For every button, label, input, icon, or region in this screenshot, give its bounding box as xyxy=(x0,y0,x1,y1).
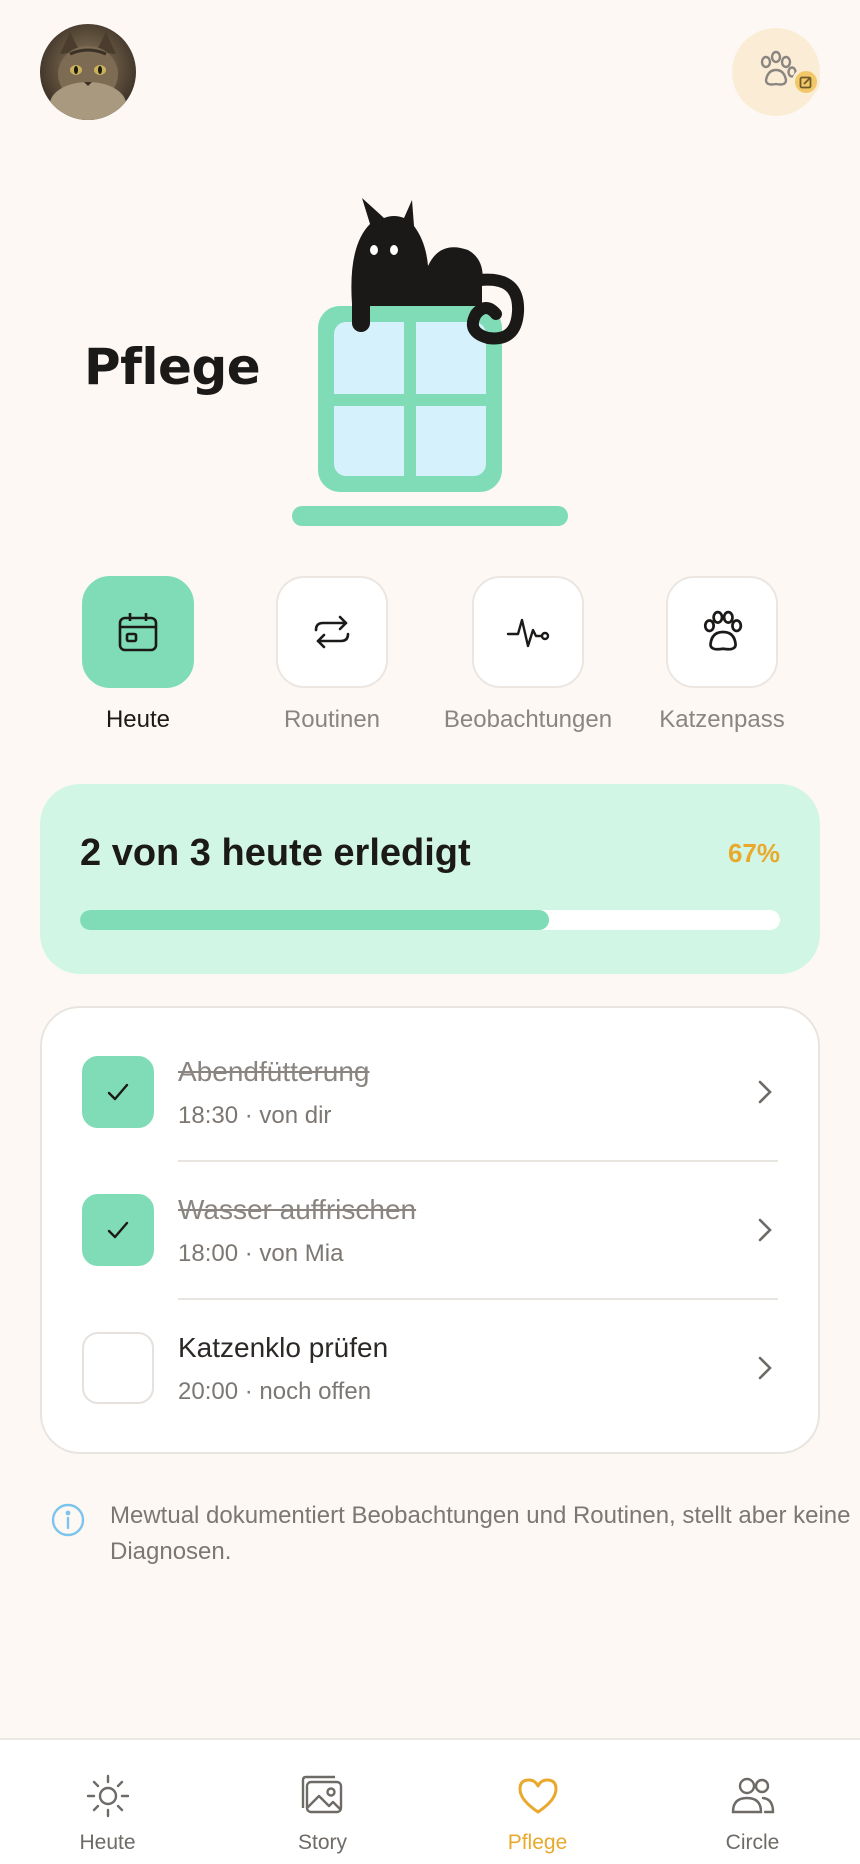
task-subtitle: 18:00 · von Mia xyxy=(178,1240,344,1267)
progress-fill xyxy=(80,910,549,930)
nav-label: Heute xyxy=(79,1831,136,1854)
info-icon xyxy=(51,1503,85,1537)
info-text: Mewtual dokumentiert Beobachtungen und R… xyxy=(110,1502,851,1565)
task-title: Abendfütterung xyxy=(178,1056,370,1087)
task-subtitle: 20:00 · noch offen xyxy=(178,1378,372,1405)
check-icon xyxy=(107,1221,129,1239)
cat-window-illustration xyxy=(290,196,580,536)
progress-bar xyxy=(80,910,780,930)
edit-icon xyxy=(792,68,820,96)
calendar-icon xyxy=(82,576,194,688)
paw-icon xyxy=(754,48,798,97)
task-title: Katzenklo prüfen xyxy=(178,1332,389,1363)
tab-routinen[interactable]: Routinen xyxy=(234,576,430,734)
paw-icon xyxy=(666,576,778,688)
tab-katzenpass[interactable]: Katzenpass xyxy=(624,576,820,734)
task-subtitle: 18:30 · von dir xyxy=(178,1102,332,1129)
cat-photo xyxy=(50,32,126,120)
tab-label: Beobachtungen xyxy=(443,706,613,733)
task-row-abendfuetterung[interactable]: Abendfütterung 18:30 · von dir xyxy=(42,1008,818,1146)
progress-title: 2 von 3 heute erledigt xyxy=(80,832,471,874)
task-checkbox[interactable] xyxy=(82,1194,154,1266)
chevron-right-icon xyxy=(758,1080,772,1104)
nav-item-story[interactable]: Story xyxy=(215,1772,430,1855)
task-row-wasser[interactable]: Wasser auffrischen 18:00 · von Mia xyxy=(42,1146,818,1284)
chevron-right-icon xyxy=(758,1218,772,1242)
tab-heute[interactable]: Heute xyxy=(40,576,236,734)
care-tabs: Heute Routinen Beobachtungen Katzenpass xyxy=(40,576,820,736)
nav-label: Pflege xyxy=(507,1831,568,1854)
nav-label: Story xyxy=(297,1831,347,1854)
pulse-icon xyxy=(472,576,584,688)
task-checkbox[interactable] xyxy=(82,1332,154,1404)
repeat-icon xyxy=(276,576,388,688)
avatar[interactable] xyxy=(40,24,136,120)
bottom-nav: Heute Story Pflege Circle xyxy=(0,1738,860,1864)
nav-item-pflege[interactable]: Pflege xyxy=(430,1772,645,1855)
check-icon xyxy=(107,1083,129,1101)
nav-label: Circle xyxy=(725,1831,780,1854)
progress-percent: 67% xyxy=(727,838,780,868)
tab-label: Katzenpass xyxy=(659,706,785,733)
tab-label: Heute xyxy=(105,706,171,733)
task-row-katzenklo[interactable]: Katzenklo prüfen 20:00 · noch offen xyxy=(42,1284,818,1422)
nav-item-heute[interactable]: Heute xyxy=(0,1772,215,1855)
progress-card: 2 von 3 heute erledigt 67% xyxy=(40,784,820,974)
heart-icon xyxy=(518,1778,557,1814)
people-icon xyxy=(731,1777,774,1814)
tab-beobachtungen[interactable]: Beobachtungen xyxy=(430,576,626,734)
chevron-right-icon xyxy=(758,1356,772,1380)
tab-label: Routinen xyxy=(283,706,381,733)
task-list: Abendfütterung 18:30 · von dir Wasser au… xyxy=(40,1006,820,1454)
gallery-icon xyxy=(301,1775,342,1814)
task-checkbox[interactable] xyxy=(82,1056,154,1128)
task-title: Wasser auffrischen xyxy=(178,1194,417,1225)
sun-icon xyxy=(86,1774,129,1818)
page-title: Pflege xyxy=(84,338,261,396)
profile-button[interactable] xyxy=(732,28,820,116)
nav-item-circle[interactable]: Circle xyxy=(645,1772,860,1855)
